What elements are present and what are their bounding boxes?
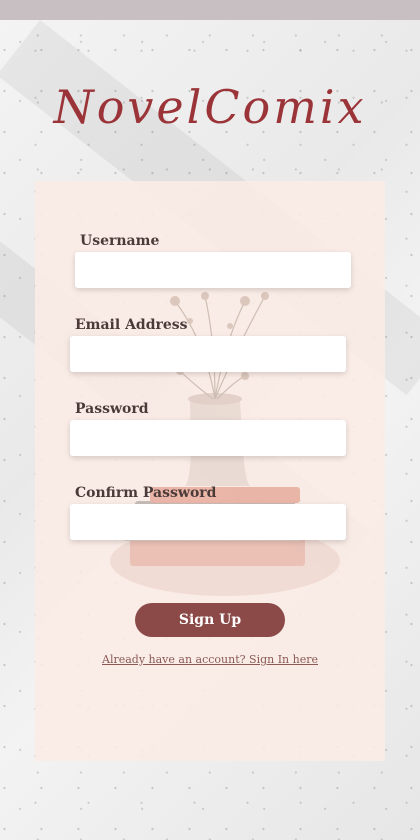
email-input[interactable] [70, 336, 346, 372]
sign-up-button[interactable]: Sign Up [135, 603, 285, 637]
sign-in-link[interactable]: Already have an account? Sign In here [35, 653, 385, 666]
password-input[interactable] [70, 420, 346, 456]
app-logo: NovelComix [53, 80, 367, 134]
confirm-password-label: Confirm Password [75, 485, 217, 501]
email-label: Email Address [75, 317, 188, 333]
username-label: Username [80, 233, 160, 249]
password-label: Password [75, 401, 149, 417]
signup-card: Username Email Address Password Confirm … [35, 181, 385, 761]
confirm-password-input[interactable] [70, 504, 346, 540]
status-bar [0, 0, 420, 20]
username-input[interactable] [75, 252, 351, 288]
